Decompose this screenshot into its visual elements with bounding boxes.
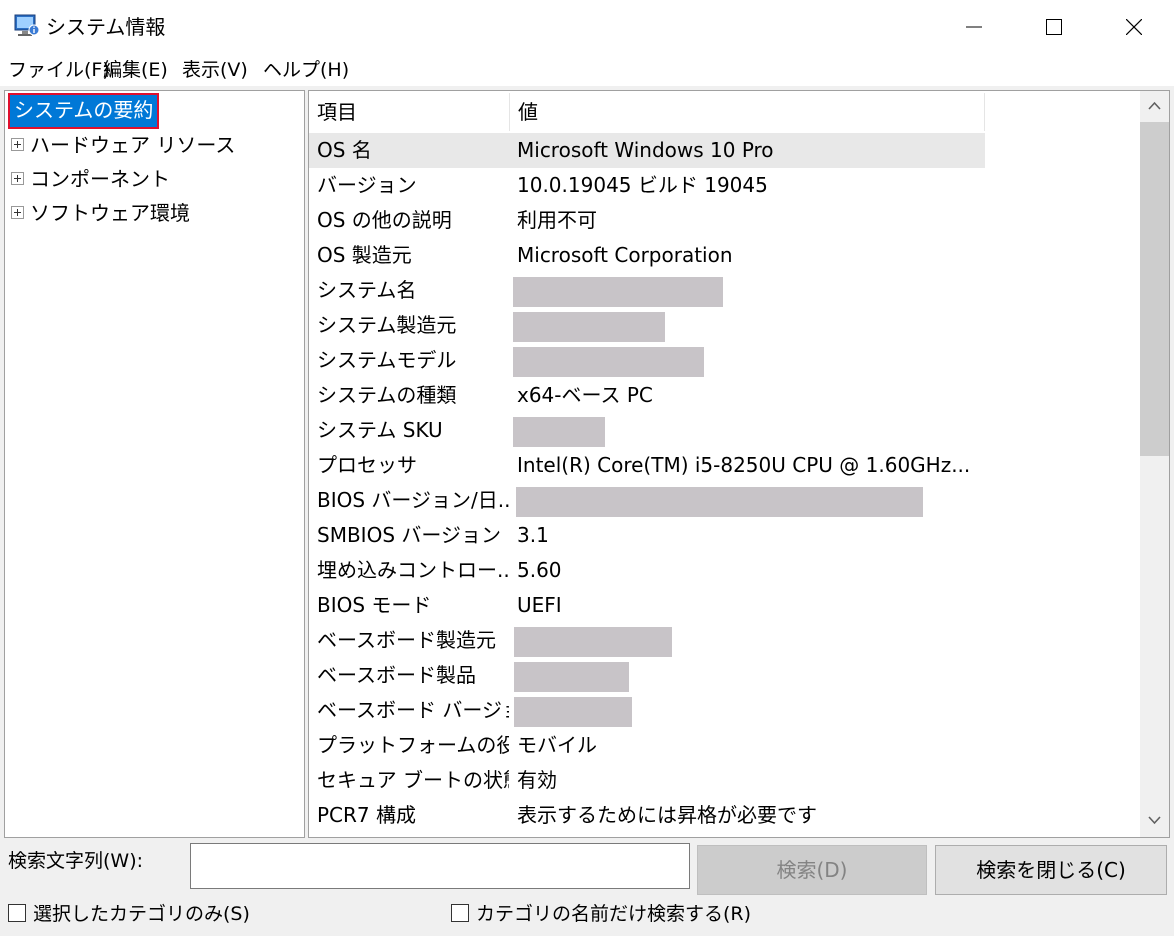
redacted-value	[514, 662, 629, 692]
table-row[interactable]: バージョン 10.0.19045 ビルド 19045	[309, 168, 1139, 203]
menu-help[interactable]: ヘルプ(H)	[263, 58, 349, 82]
table-row[interactable]: OS 製造元 Microsoft Corporation	[309, 238, 1139, 273]
title-bar: システム情報	[0, 0, 1174, 54]
redacted-value	[516, 487, 923, 517]
close-search-button[interactable]: 検索を閉じる(C)	[935, 845, 1167, 895]
tree-item-label: ハードウェア リソース	[30, 133, 236, 157]
redacted-value	[513, 417, 605, 447]
minimize-icon	[966, 26, 982, 28]
table-row[interactable]: システム SKU	[309, 413, 1139, 448]
table-row[interactable]: PCR7 構成 表示するためには昇格が必要です	[309, 798, 1139, 833]
row-item: プロセッサ	[317, 453, 417, 477]
row-item: プラットフォームの役...	[317, 733, 509, 757]
chevron-down-icon	[1148, 816, 1161, 825]
row-item: ベースボード製造元	[317, 628, 496, 652]
category-tree[interactable]: システムの要約 ハードウェア リソース コンポーネント ソフトウェア環境	[4, 90, 305, 838]
menu-file[interactable]: ファイル(F)	[8, 58, 110, 82]
table-row[interactable]: BIOS モード UEFI	[309, 588, 1139, 623]
row-value: 5.60	[517, 558, 562, 582]
menu-view[interactable]: 表示(V)	[182, 58, 248, 82]
column-header-item[interactable]: 項目	[309, 93, 510, 131]
table-row[interactable]: ベースボード製品	[309, 658, 1139, 693]
row-value: 10.0.19045 ビルド 19045	[517, 173, 768, 197]
column-header-value[interactable]: 値	[510, 93, 985, 131]
row-value: UEFI	[517, 593, 562, 617]
tree-item-label: ソフトウェア環境	[30, 201, 190, 225]
table-row[interactable]: プラットフォームの役... モバイル	[309, 728, 1139, 763]
row-item: 埋め込みコントロー...	[317, 558, 509, 582]
details-list[interactable]: 項目 値 OS 名 Microsoft Windows 10 Pro バージョン…	[308, 90, 1170, 838]
system-information-icon	[14, 14, 40, 38]
chevron-up-icon	[1148, 101, 1161, 110]
scroll-up-button[interactable]	[1140, 91, 1169, 122]
row-value: 利用不可	[517, 208, 597, 232]
scroll-thumb[interactable]	[1140, 122, 1169, 456]
minimize-button[interactable]	[934, 0, 1014, 54]
table-row[interactable]: SMBIOS バージョン 3.1	[309, 518, 1139, 553]
table-row[interactable]: システム名	[309, 273, 1139, 308]
row-value: 有効	[517, 768, 557, 792]
table-row[interactable]: 埋め込みコントロー... 5.60	[309, 553, 1139, 588]
row-value: Microsoft Corporation	[517, 243, 733, 267]
row-item: BIOS モード	[317, 593, 432, 617]
maximize-icon	[1046, 19, 1062, 35]
table-row[interactable]: ベースボード バージョン	[309, 693, 1139, 728]
row-item: OS の他の説明	[317, 208, 452, 232]
row-item: OS 名	[317, 138, 372, 162]
table-row[interactable]: セキュア ブートの状態 有効	[309, 763, 1139, 798]
expand-icon[interactable]	[11, 172, 24, 185]
search-input[interactable]	[190, 843, 690, 889]
row-item: システムモデル	[317, 348, 457, 372]
row-value: Intel(R) Core(TM) i5-8250U CPU @ 1.60GHz…	[517, 453, 971, 477]
checkbox-label: 選択したカテゴリのみ(S)	[33, 903, 250, 925]
table-row[interactable]: システム製造元	[309, 308, 1139, 343]
expand-icon[interactable]	[11, 206, 24, 219]
redacted-value	[514, 627, 672, 657]
redacted-value	[513, 312, 665, 342]
redacted-value	[514, 697, 632, 727]
row-item: システム SKU	[317, 418, 443, 442]
row-value: x64-ベース PC	[517, 383, 653, 407]
row-item: BIOS バージョン/日...	[317, 488, 509, 512]
row-item: システムの種類	[317, 383, 457, 407]
checkbox[interactable]	[451, 904, 469, 922]
row-value: モバイル	[517, 733, 597, 757]
row-item: セキュア ブートの状態	[317, 768, 509, 792]
row-value: 表示するためには昇格が必要です	[517, 803, 817, 827]
row-value: 3.1	[517, 523, 549, 547]
row-item: ベースボード製品	[317, 663, 476, 687]
row-item: ベースボード バージョン	[317, 698, 509, 722]
search-label: 検索文字列(W):	[8, 850, 144, 872]
menu-edit[interactable]: 編集(E)	[103, 58, 168, 82]
row-item: バージョン	[317, 173, 417, 197]
table-row[interactable]: システムモデル	[309, 343, 1139, 378]
table-row[interactable]: BIOS バージョン/日...	[309, 483, 1139, 518]
vertical-scrollbar[interactable]	[1140, 91, 1169, 837]
table-row[interactable]: プロセッサ Intel(R) Core(TM) i5-8250U CPU @ 1…	[309, 448, 1139, 483]
table-row[interactable]: ベースボード製造元	[309, 623, 1139, 658]
row-item: SMBIOS バージョン	[317, 523, 501, 547]
tree-item-label: コンポーネント	[30, 167, 170, 191]
tree-item-system-summary[interactable]: システムの要約	[8, 93, 160, 129]
search-button[interactable]: 検索(D)	[697, 845, 927, 895]
menu-bar: ファイル(F) 編集(E) 表示(V) ヘルプ(H)	[0, 54, 1174, 86]
checkbox[interactable]	[8, 904, 26, 922]
checkbox-label: カテゴリの名前だけ検索する(R)	[476, 903, 752, 925]
row-item: OS 製造元	[317, 243, 412, 267]
row-item: PCR7 構成	[317, 803, 417, 827]
scroll-down-button[interactable]	[1140, 806, 1169, 837]
table-row[interactable]: OS の他の説明 利用不可	[309, 203, 1139, 238]
row-value: Microsoft Windows 10 Pro	[517, 138, 774, 162]
row-item: システム製造元	[317, 313, 457, 337]
window-title: システム情報	[46, 15, 166, 39]
row-item: システム名	[317, 278, 417, 302]
redacted-value	[513, 347, 704, 377]
close-icon	[1126, 19, 1142, 35]
expand-icon[interactable]	[11, 138, 24, 151]
close-button[interactable]	[1094, 0, 1174, 54]
table-row[interactable]: システムの種類 x64-ベース PC	[309, 378, 1139, 413]
maximize-button[interactable]	[1014, 0, 1094, 54]
redacted-value	[513, 277, 723, 307]
table-row[interactable]: OS 名 Microsoft Windows 10 Pro	[309, 133, 985, 168]
